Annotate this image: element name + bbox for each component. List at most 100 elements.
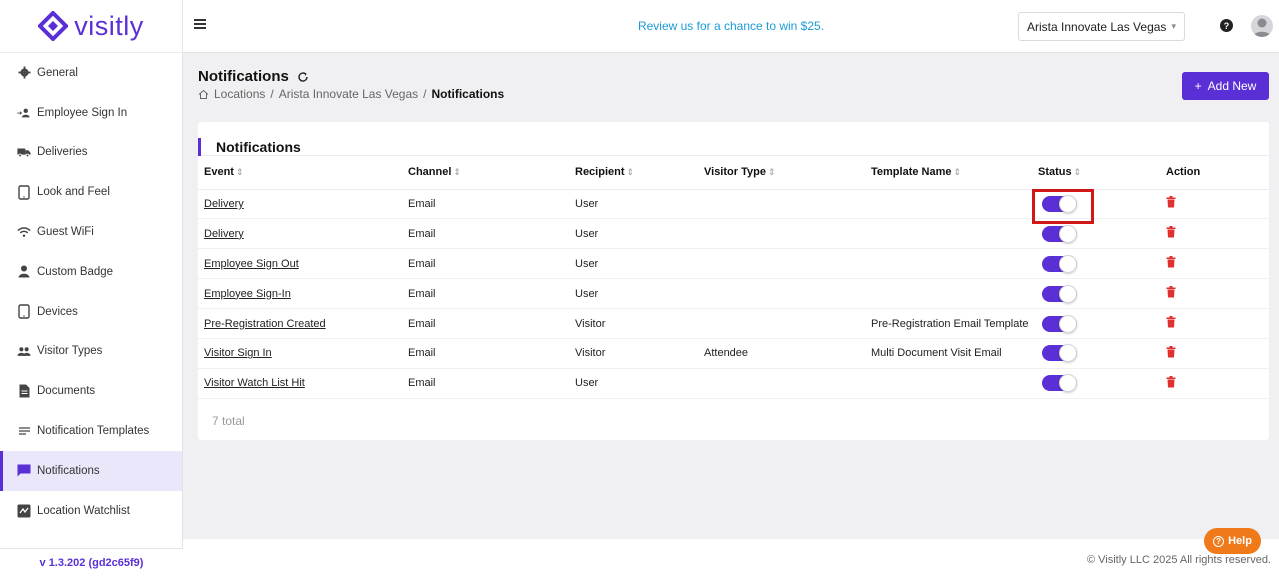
sidebar-item-label: Notifications xyxy=(37,464,100,477)
sidebar-item-label: Documents xyxy=(37,385,96,398)
event-link[interactable]: Employee Sign Out xyxy=(204,258,299,270)
sidebar-item-deliveries[interactable]: Deliveries xyxy=(0,133,182,173)
total-count: 7 total xyxy=(212,414,245,428)
sidebar-item-label: Visitor Types xyxy=(37,345,103,358)
sidebar-item-employee-sign-in[interactable]: Employee Sign In xyxy=(0,93,182,133)
cell-action xyxy=(1160,218,1269,250)
column-header-visitor-type[interactable]: Visitor Type ⇕ xyxy=(698,156,865,190)
sidebar-item-general[interactable]: General xyxy=(0,53,182,93)
cell-status xyxy=(1032,368,1160,399)
sidebar-item-notification-templates[interactable]: Notification Templates xyxy=(0,411,182,451)
column-header-channel[interactable]: Channel ⇕ xyxy=(402,156,569,190)
column-header-action: Action xyxy=(1160,156,1269,190)
add-new-button[interactable]: + Add New xyxy=(1182,72,1269,100)
status-toggle[interactable] xyxy=(1042,284,1077,303)
tablet-icon xyxy=(17,304,31,319)
cell-template-name xyxy=(865,248,1032,280)
sort-icon[interactable]: ⇕ xyxy=(768,167,776,177)
help-button[interactable]: ? Help xyxy=(1204,528,1261,554)
column-header-template-name[interactable]: Template Name ⇕ xyxy=(865,156,1032,190)
sidebar-item-visitor-types[interactable]: Visitor Types xyxy=(0,332,182,372)
column-header-status[interactable]: Status ⇕ xyxy=(1032,156,1160,190)
cell-channel: Email xyxy=(402,308,569,339)
sort-icon[interactable]: ⇕ xyxy=(236,167,244,177)
cell-recipient: Visitor xyxy=(569,338,698,369)
cell-status xyxy=(1032,189,1160,220)
version-label: v 1.3.202 (gd2c65f9) xyxy=(0,548,183,576)
sort-icon[interactable]: ⇕ xyxy=(453,167,461,177)
question-icon[interactable]: ? xyxy=(1220,19,1233,32)
cell-visitor-type xyxy=(698,368,865,399)
trash-icon[interactable] xyxy=(1166,375,1176,388)
visitly-logo-icon xyxy=(38,11,69,41)
cell-channel: Email xyxy=(402,368,569,399)
event-link[interactable]: Delivery xyxy=(204,228,244,240)
cell-channel: Email xyxy=(402,218,569,250)
plus-icon: + xyxy=(1194,79,1202,93)
status-toggle[interactable] xyxy=(1042,194,1077,213)
cell-recipient: User xyxy=(569,189,698,220)
toggle-knob xyxy=(1059,284,1077,303)
status-toggle[interactable] xyxy=(1042,254,1077,273)
status-toggle[interactable] xyxy=(1042,374,1077,393)
sort-icon[interactable]: ⇕ xyxy=(954,167,962,177)
home-icon[interactable] xyxy=(198,89,209,100)
column-header-recipient[interactable]: Recipient ⇕ xyxy=(569,156,698,190)
sort-icon[interactable]: ⇕ xyxy=(1074,167,1082,177)
cell-visitor-type xyxy=(698,248,865,280)
gear-icon xyxy=(17,66,31,80)
sidebar-item-look-and-feel[interactable]: Look and Feel xyxy=(0,172,182,212)
sidebar-item-label: Location Watchlist xyxy=(37,504,130,517)
sidebar-item-guest-wifi[interactable]: Guest WiFi xyxy=(0,212,182,252)
toggle-knob xyxy=(1059,254,1077,273)
trash-icon[interactable] xyxy=(1166,345,1176,358)
cell-template-name: Multi Document Visit Email xyxy=(865,338,1032,369)
sidebar-item-devices[interactable]: Devices xyxy=(0,292,182,332)
sidebar-item-label: Look and Feel xyxy=(37,186,110,199)
sidebar-item-notifications[interactable]: Notifications xyxy=(0,450,182,491)
help-label: Help xyxy=(1228,535,1252,547)
promo-link[interactable]: Review us for a chance to win $25. xyxy=(638,19,824,33)
sidebar-item-location-watchlist[interactable]: Location Watchlist xyxy=(0,491,182,531)
trash-icon[interactable] xyxy=(1166,256,1176,268)
cell-template-name: Pre-Registration Email Template xyxy=(865,308,1032,339)
sidebar-item-label: Employee Sign In xyxy=(37,106,128,119)
event-link[interactable]: Visitor Sign In xyxy=(204,347,272,359)
refresh-icon[interactable] xyxy=(297,71,309,83)
table-body: Delivery Email User Delivery Email User Employ… xyxy=(198,189,1269,399)
sidebar: visitly General Employee Sign In Deliverie… xyxy=(0,0,183,576)
breadcrumb-locations[interactable]: Locations xyxy=(214,87,265,101)
trash-icon[interactable] xyxy=(1166,226,1176,238)
breadcrumb-location[interactable]: Arista Innovate Las Vegas xyxy=(279,87,418,101)
status-toggle[interactable] xyxy=(1042,344,1077,363)
trash-icon[interactable] xyxy=(1166,316,1176,328)
cell-recipient: User xyxy=(569,248,698,280)
column-header-event[interactable]: Event ⇕ xyxy=(198,156,402,190)
cell-recipient: Visitor xyxy=(569,308,698,339)
event-link[interactable]: Employee Sign-In xyxy=(204,288,291,300)
sidebar-item-custom-badge[interactable]: Custom Badge xyxy=(0,252,182,292)
cell-visitor-type xyxy=(698,189,865,220)
trash-icon[interactable] xyxy=(1166,196,1176,208)
event-link[interactable]: Delivery xyxy=(204,198,244,210)
status-toggle[interactable] xyxy=(1042,314,1077,333)
sort-icon[interactable]: ⇕ xyxy=(627,167,635,177)
sidebar-item-documents[interactable]: Documents xyxy=(0,371,182,411)
notifications-table: Event ⇕ Channel ⇕ Recipient ⇕ Visitor Type ⇕ Tem… xyxy=(198,156,1269,399)
event-link[interactable]: Pre-Registration Created xyxy=(204,318,326,330)
breadcrumb-current: Notifications xyxy=(431,87,505,101)
avatar[interactable] xyxy=(1251,15,1273,37)
column-header-label: Recipient xyxy=(575,166,625,179)
column-header-label: Channel xyxy=(408,166,452,179)
sidebar-item-label: Notification Templates xyxy=(37,425,150,438)
hamburger-menu-icon[interactable] xyxy=(194,19,206,31)
question-circle-icon: ? xyxy=(1213,535,1225,547)
location-select[interactable]: Arista Innovate Las Vegas ▾ xyxy=(1018,12,1185,41)
visitly-logo[interactable]: visitly xyxy=(0,0,182,53)
document-icon xyxy=(17,384,31,398)
event-link[interactable]: Visitor Watch List Hit xyxy=(204,377,305,389)
cell-event: Visitor Watch List Hit xyxy=(198,368,402,399)
trash-icon[interactable] xyxy=(1166,286,1176,298)
status-toggle[interactable] xyxy=(1042,224,1077,243)
page-footer: © Visitly LLC 2025 All rights reserved. xyxy=(183,539,1279,576)
